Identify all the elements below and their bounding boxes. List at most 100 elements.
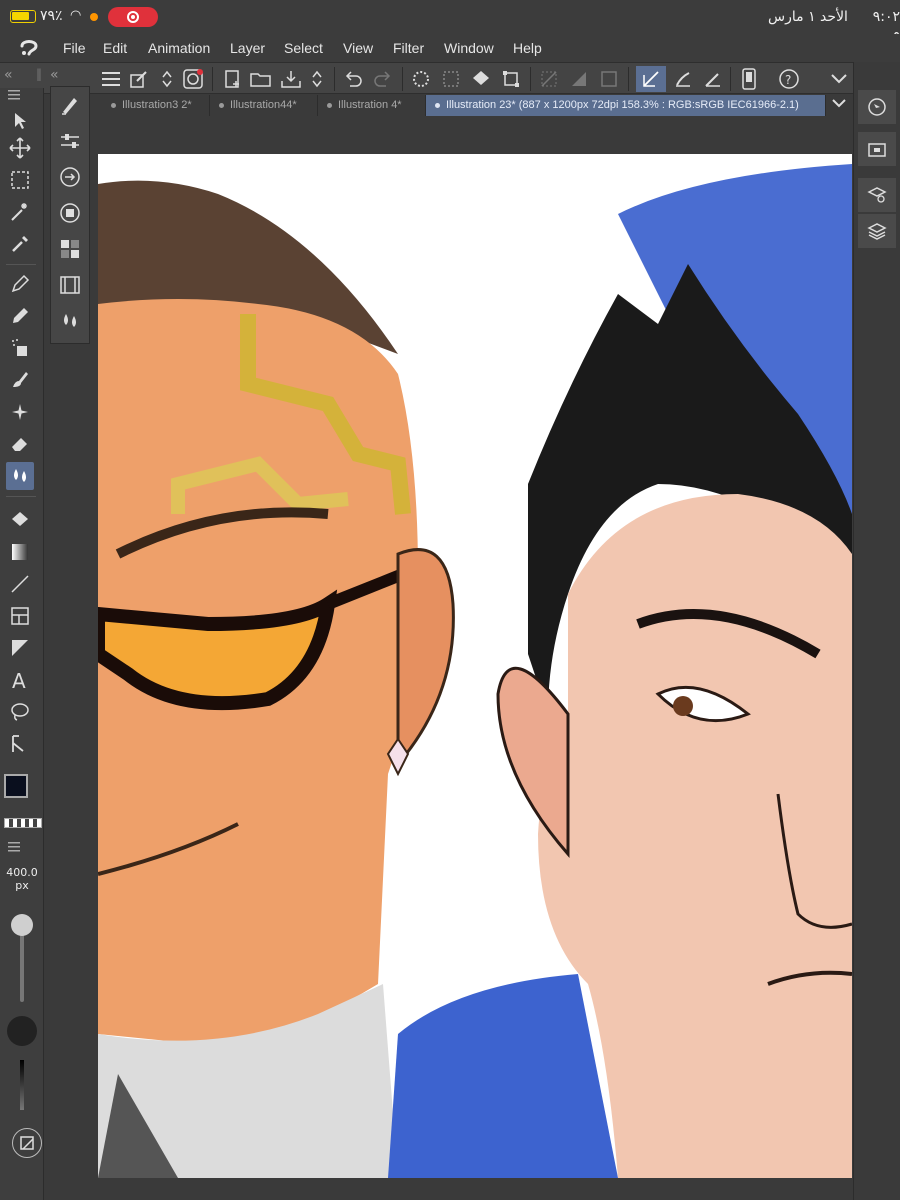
line-tool[interactable] <box>6 570 34 598</box>
drawing-canvas[interactable] <box>98 154 852 1178</box>
pencil-tool[interactable] <box>6 302 34 330</box>
airbrush-tool[interactable] <box>6 334 34 362</box>
divider <box>6 496 36 497</box>
magic-wand-tool[interactable] <box>6 198 34 226</box>
brush-size-value[interactable]: 400.0 px <box>2 866 42 892</box>
battery-percent: ٧٩٪ <box>40 8 63 24</box>
sort-arrows-icon[interactable] <box>154 66 180 92</box>
palette-menu-icon[interactable] <box>8 90 20 100</box>
hamburger-menu-icon[interactable] <box>98 66 124 92</box>
separator <box>334 67 335 91</box>
vector-snap-icon[interactable] <box>636 66 666 92</box>
separator <box>628 67 629 91</box>
app-logo-icon[interactable] <box>18 37 40 59</box>
animation-timeline-icon[interactable] <box>56 271 84 299</box>
tab-label: Illustration 23* (887 x 1200px 72dpi 158… <box>446 99 799 111</box>
layer-search-button[interactable] <box>858 178 896 212</box>
tabs-chevron-down-icon[interactable] <box>832 99 846 109</box>
menu-select[interactable]: Select <box>284 40 323 56</box>
transform-icon[interactable] <box>498 66 524 92</box>
selection-tool[interactable] <box>6 106 34 134</box>
decoration-tool[interactable] <box>6 398 34 426</box>
stabilizer-icon[interactable] <box>700 66 726 92</box>
move-tool[interactable] <box>6 134 34 162</box>
menu-help[interactable]: Help <box>513 40 542 56</box>
save-icon[interactable] <box>278 66 304 92</box>
fill-bucket-icon[interactable] <box>468 66 494 92</box>
quick-access-icon[interactable] <box>12 1128 42 1158</box>
tab-illustration-23[interactable]: Illustration 23* (887 x 1200px 72dpi 158… <box>426 95 826 116</box>
separator <box>530 67 531 91</box>
undo-icon[interactable] <box>340 66 366 92</box>
main-color-swatch[interactable] <box>4 774 28 798</box>
brush-settings-icon[interactable] <box>670 66 696 92</box>
blend-tool[interactable] <box>6 462 34 490</box>
opacity-bar[interactable] <box>20 1060 24 1110</box>
collapse-left-2-icon[interactable]: « <box>50 67 59 83</box>
ruler-snap-icon[interactable] <box>536 66 562 92</box>
loading-icon[interactable] <box>408 66 434 92</box>
menu-animation[interactable]: Animation <box>148 40 210 56</box>
menu-layer[interactable]: Layer <box>230 40 265 56</box>
lasso-tool[interactable] <box>6 698 34 726</box>
sub-tool-brush-icon[interactable] <box>56 91 84 119</box>
tab-label: Illustration44* <box>230 99 297 111</box>
text-tool[interactable]: A <box>6 666 34 694</box>
help-icon[interactable]: ? <box>776 66 802 92</box>
brush-tool[interactable] <box>6 366 34 394</box>
device-icon[interactable] <box>736 66 762 92</box>
tab-illustration44[interactable]: Illustration44* <box>210 95 318 116</box>
layer-property-icon[interactable] <box>56 199 84 227</box>
document-tabs: Illustration3 2* Illustration44* Illustr… <box>96 95 852 116</box>
snap-special-icon[interactable] <box>566 66 592 92</box>
battery-icon <box>10 10 36 23</box>
brush-direction-icon[interactable] <box>56 163 84 191</box>
material-button[interactable] <box>858 132 896 166</box>
modify-icon[interactable] <box>126 66 152 92</box>
tab-illustration-4[interactable]: Illustration 4* <box>318 95 426 116</box>
menu-filter[interactable]: Filter <box>393 40 424 56</box>
grip-icon: ‖ <box>36 67 42 81</box>
sort-arrows-2-icon[interactable] <box>304 66 330 92</box>
brush-size-menu-icon[interactable] <box>8 842 20 852</box>
fill-tool[interactable] <box>6 506 34 534</box>
divider <box>6 264 36 265</box>
menu-file[interactable]: File <box>63 40 86 56</box>
collapse-left-icon[interactable]: « <box>4 67 13 83</box>
color-palette-icon[interactable] <box>56 235 84 263</box>
menu-edit[interactable]: Edit <box>103 40 127 56</box>
tab-dot-icon <box>327 103 332 108</box>
transparent-color-swatch[interactable] <box>4 818 42 828</box>
new-file-icon[interactable] <box>220 66 246 92</box>
frame-tool[interactable] <box>6 602 34 630</box>
redo-icon[interactable] <box>370 66 396 92</box>
menu-bar: File Edit Animation Layer Select View Fi… <box>0 34 900 62</box>
open-folder-icon[interactable] <box>248 66 274 92</box>
layers-button[interactable] <box>858 214 896 248</box>
tool-property-icon[interactable] <box>56 127 84 155</box>
clear-selection-icon[interactable] <box>438 66 464 92</box>
operation-tool[interactable] <box>6 730 34 758</box>
sub-tool-palette <box>50 86 90 344</box>
brush-size-slider-handle[interactable] <box>11 914 33 936</box>
menu-view[interactable]: View <box>343 40 373 56</box>
right-panel <box>853 62 900 1200</box>
chevron-down-icon[interactable] <box>826 66 852 92</box>
eyedropper-tool[interactable] <box>6 230 34 258</box>
status-date: الأحد ١ مارس <box>768 9 848 25</box>
blend-drops-icon[interactable] <box>56 307 84 335</box>
svg-text:?: ? <box>785 73 791 87</box>
navigator-button[interactable] <box>858 90 896 124</box>
right-iris <box>673 696 693 716</box>
marquee-tool[interactable] <box>6 166 34 194</box>
snap-grid-icon[interactable] <box>596 66 622 92</box>
ruler-tool[interactable] <box>6 634 34 662</box>
pen-tool[interactable] <box>6 270 34 298</box>
gradient-tool[interactable] <box>6 538 34 566</box>
eraser-tool[interactable] <box>6 430 34 458</box>
separator <box>730 67 731 91</box>
menu-window[interactable]: Window <box>444 40 494 56</box>
recording-icon[interactable] <box>108 7 158 27</box>
clip-studio-icon[interactable] <box>180 66 206 92</box>
tab-illustration3-2[interactable]: Illustration3 2* <box>102 95 210 116</box>
